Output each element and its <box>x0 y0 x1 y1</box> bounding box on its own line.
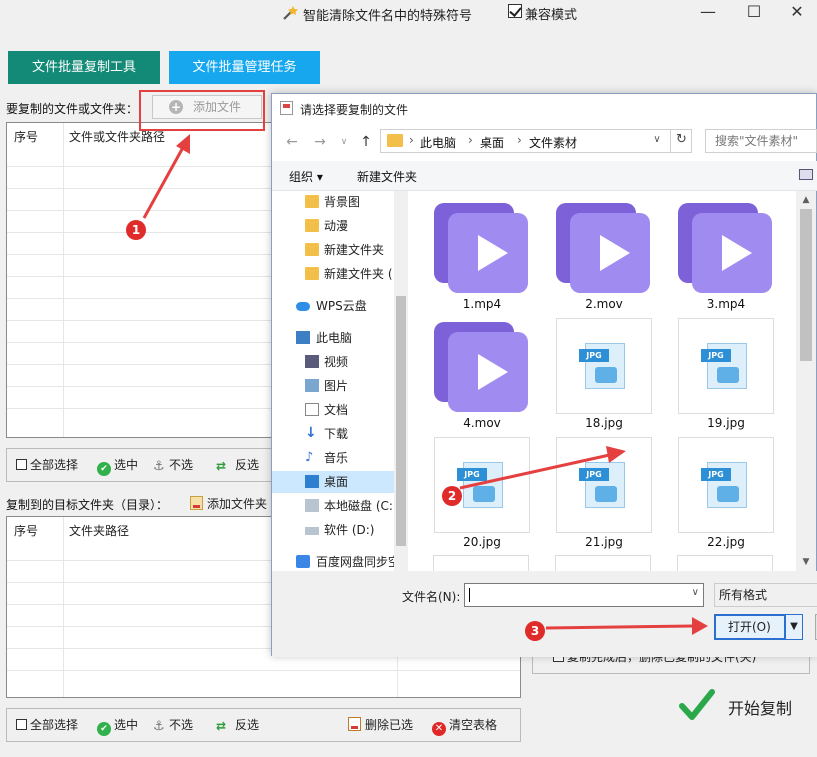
step-1-marker: 1 <box>126 220 146 240</box>
annotation-arrows <box>142 134 708 635</box>
step-3-marker: 3 <box>525 621 545 641</box>
step-2-marker: 2 <box>442 486 462 506</box>
